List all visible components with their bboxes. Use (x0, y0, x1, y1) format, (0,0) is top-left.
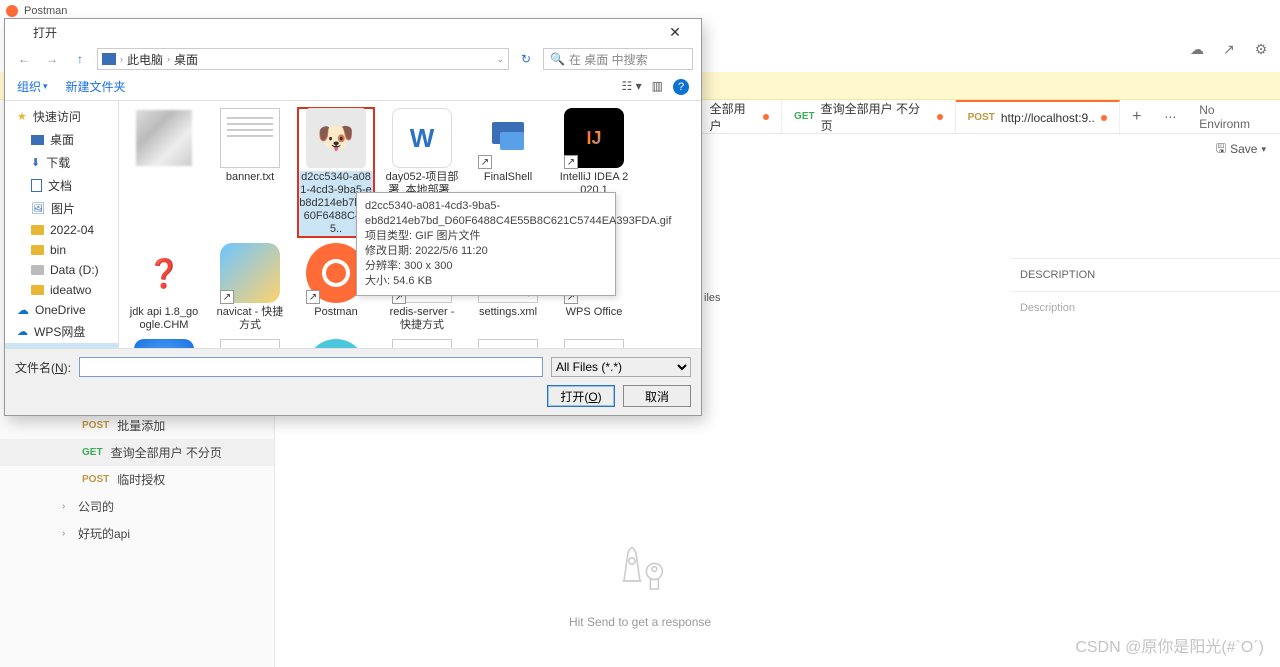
tab-post-localhost[interactable]: POST http://localhost:9.. (956, 100, 1120, 133)
sidebar-folder-fun-api[interactable]: › 好玩的api (0, 520, 274, 547)
tree-item[interactable]: 🖼图片 (5, 197, 118, 220)
pc-icon (102, 53, 116, 65)
cancel-button[interactable]: 取消 (623, 385, 691, 407)
cloud-sync-icon[interactable]: ☁ (1188, 40, 1206, 58)
sidebar-item-query-users[interactable]: GET 查询全部用户 不分页 (0, 439, 274, 466)
path-segment[interactable]: 此电脑 (127, 51, 163, 68)
tree-item[interactable]: ⬇下载 (5, 151, 118, 174)
file-item[interactable]: ↗navicat - 快捷方式 (211, 242, 289, 334)
file-tooltip: d2cc5340-a081-4cd3-9ba5- eb8d214eb7bd_D6… (356, 192, 616, 296)
tab-label: 查询全部用户 不分页 (821, 100, 931, 134)
search-placeholder: 在 桌面 中搜索 (569, 51, 648, 68)
more-tabs-button[interactable]: ⋯ (1154, 100, 1188, 133)
settings-gear-icon[interactable]: ⚙ (1252, 40, 1270, 58)
sidebar-folder-company[interactable]: › 公司的 (0, 493, 274, 520)
file-item[interactable]: 阿弥陀佛么么哒.txt (211, 338, 289, 348)
file-item[interactable] (125, 107, 203, 238)
save-button[interactable]: 🖫 Save ▾ (1216, 139, 1266, 160)
method-badge: GET (82, 447, 103, 458)
file-item[interactable] (555, 338, 633, 348)
refresh-button[interactable]: ↻ (515, 48, 537, 70)
file-item[interactable]: banner.txt (211, 107, 289, 238)
kv-input-row[interactable]: Description (1010, 292, 1280, 362)
file-item[interactable]: ↗阿里云盘 (125, 338, 203, 348)
view-options-button[interactable]: ☷ ▾ (622, 79, 642, 95)
organize-menu[interactable]: 组织 ▾ (17, 78, 48, 95)
unsaved-dot-icon (1101, 115, 1107, 121)
sidebar-item-label: 临时授权 (117, 471, 165, 488)
breadcrumb-path[interactable]: › 此电脑 › 桌面 ⌄ (97, 48, 509, 70)
dialog-tree[interactable]: ★快速访问桌面⬇下载文档🖼图片2022-04binData (D:)ideatw… (5, 101, 119, 348)
help-button[interactable]: ? (673, 79, 689, 95)
dialog-navbar: ← → ↑ › 此电脑 › 桌面 ⌄ ↻ 🔍 在 桌面 中搜索 (5, 45, 701, 73)
sidebar-item-label: 查询全部用户 不分页 (111, 444, 222, 461)
postman-header-icons: ☁ ↗ ⚙ (1188, 40, 1270, 58)
file-filter-select[interactable]: All Files (*.*) (551, 357, 691, 377)
sidebar-item-label: 批量添加 (117, 417, 165, 434)
rocket-illustration-icon (600, 530, 680, 600)
tree-item[interactable]: 桌面 (5, 128, 118, 151)
folder-label: 公司的 (78, 498, 114, 515)
new-folder-button[interactable]: 新建文件夹 (66, 78, 126, 95)
nav-back-button[interactable]: ← (13, 48, 35, 70)
method-badge: GET (794, 111, 815, 122)
tree-item[interactable]: ☁WPS网盘 (5, 320, 118, 343)
tree-item[interactable]: ★快速访问 (5, 105, 118, 128)
desc-placeholder: Description (1010, 292, 1280, 362)
open-button[interactable]: 打开(O) (547, 385, 615, 407)
tab-get-users[interactable]: GET 查询全部用户 不分页 (782, 100, 956, 133)
dialog-title: 打开 (33, 24, 57, 41)
tab-all-users[interactable]: 全部用户 (698, 100, 782, 133)
method-badge: POST (82, 474, 109, 485)
preview-pane-button[interactable]: ▥ (652, 79, 663, 95)
tree-item[interactable]: 2022-04 (5, 220, 118, 240)
new-tab-button[interactable]: + (1120, 100, 1154, 133)
unsaved-dot-icon (937, 114, 943, 120)
postman-title: Postman (24, 5, 67, 17)
sidebar-item-temp-auth[interactable]: POST 临时授权 (0, 466, 274, 493)
tree-item[interactable]: Data (D:) (5, 260, 118, 280)
postman-logo-icon (6, 5, 18, 17)
file-item[interactable]: W (383, 338, 461, 348)
path-segment[interactable]: 桌面 (174, 51, 198, 68)
tab-label: 全部用户 (710, 100, 758, 134)
environment-selector[interactable]: No Environm (1187, 100, 1280, 133)
filename-label: 文件名(N): (15, 359, 71, 376)
folder-label: 好玩的api (78, 525, 130, 542)
tree-item[interactable]: 文档 (5, 174, 118, 197)
chevron-down-icon[interactable]: ⌄ (496, 54, 504, 65)
dialog-toolbar: 组织 ▾ 新建文件夹 ☷ ▾ ▥ ? (5, 73, 701, 101)
chevron-down-icon: ▾ (1261, 144, 1266, 155)
file-item[interactable] (469, 338, 547, 348)
unsaved-dot-icon (763, 114, 769, 120)
file-item[interactable] (297, 338, 375, 348)
file-item[interactable]: ❓jdk api 1.8_google.CHM (125, 242, 203, 334)
tree-item[interactable]: ideatwo (5, 280, 118, 300)
chevron-right-icon: › (62, 501, 72, 512)
search-icon: 🔍 (550, 52, 565, 66)
sidebar-item-batch-add[interactable]: POST 批量添加 (0, 412, 274, 439)
kv-header-row: DESCRIPTION (1010, 258, 1280, 292)
response-placeholder: Hit Send to get a response (569, 530, 711, 629)
files-fragment: iles (704, 292, 721, 304)
tab-label: http://localhost:9.. (1001, 111, 1095, 125)
method-badge: POST (968, 112, 995, 123)
method-badge: POST (82, 420, 109, 431)
save-icon: 🖫 (1216, 139, 1226, 160)
nav-forward-button[interactable]: → (41, 48, 63, 70)
dialog-bottom-bar: 文件名(N): All Files (*.*) 打开(O) 取消 (5, 348, 701, 415)
filename-input[interactable] (79, 357, 543, 377)
nav-up-button[interactable]: ↑ (69, 48, 91, 70)
tree-item[interactable]: ☁OneDrive (5, 300, 118, 320)
desc-header: DESCRIPTION (1010, 269, 1280, 281)
dialog-icon (13, 25, 27, 39)
rocket-icon[interactable]: ↗ (1220, 40, 1238, 58)
tree-item[interactable]: bin (5, 240, 118, 260)
close-button[interactable]: ✕ (657, 21, 693, 43)
chevron-right-icon: › (62, 528, 72, 539)
dialog-titlebar: 打开 ✕ (5, 19, 701, 45)
csdn-watermark: CSDN @原你是阳光(#`O´) (1075, 633, 1264, 657)
dialog-search-input[interactable]: 🔍 在 桌面 中搜索 (543, 48, 693, 70)
